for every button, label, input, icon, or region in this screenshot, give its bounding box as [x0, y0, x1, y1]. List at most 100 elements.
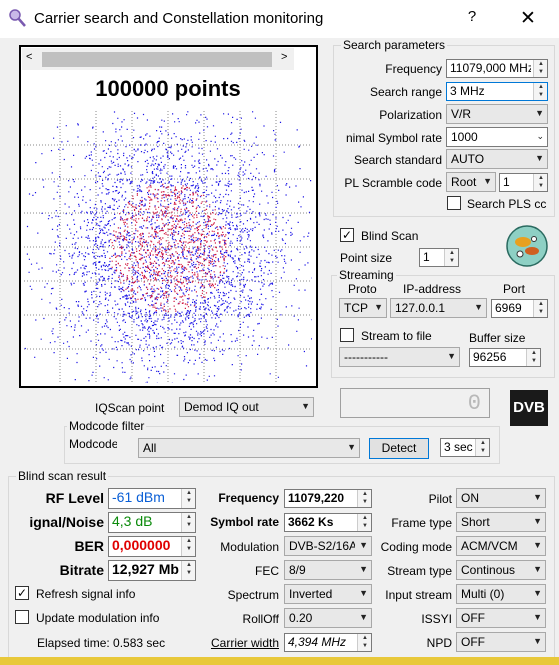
search-standard-label: Search standard [353, 153, 442, 167]
carrier-width-label[interactable]: Carrier width [196, 636, 279, 650]
modcode-filter-title: Modcode filter [67, 419, 147, 433]
chevron-down-icon: ▼ [447, 351, 456, 361]
proto-select[interactable]: TCP ▼ [339, 298, 387, 318]
spin-up-icon: ▲ [186, 514, 192, 520]
stream-type-label: Stream type [387, 564, 452, 578]
point-size-spinbox[interactable]: 1 ▲ ▼ [419, 248, 459, 267]
dvb-logo: DVB [510, 390, 548, 426]
close-button[interactable]: ✕ [515, 7, 541, 31]
chevron-down-icon: ▼ [533, 636, 542, 646]
spin-up-icon: ▲ [480, 440, 486, 446]
input-stream-label: Input stream [385, 588, 452, 602]
chevron-down-icon: ▼ [535, 153, 544, 163]
frame-type-label: Frame type [391, 516, 452, 530]
spin-down-icon: ▼ [449, 258, 455, 264]
ber-label: BER [74, 538, 104, 554]
refresh-signal-checkbox[interactable]: ✓ [15, 586, 29, 600]
app-icon [9, 9, 26, 27]
spin-up-icon: ▲ [362, 635, 368, 641]
dvb-logo-text: DVB [513, 399, 545, 416]
stream-to-file-label: Stream to file [361, 329, 432, 343]
iqscan-select[interactable]: Demod IQ out ▼ [179, 397, 314, 417]
constellation-plot [24, 111, 312, 383]
buffer-size-spinbox[interactable]: 96256 ▲ ▼ [469, 348, 541, 367]
frame-type-select[interactable]: Short ▼ [456, 512, 546, 532]
spin-up-icon: ▲ [538, 61, 544, 67]
blind-scan-result-title: Blind scan result [16, 469, 109, 483]
search-pls-checkbox[interactable] [447, 196, 461, 210]
port-spinbox[interactable]: 6969 ▲ ▼ [491, 299, 548, 318]
polarization-select[interactable]: V/R ▼ [446, 104, 548, 124]
coding-mode-select[interactable]: ACM/VCM ▼ [456, 536, 546, 556]
rolloff-label: RollOff [242, 612, 279, 626]
help-button[interactable]: ? [462, 8, 482, 30]
result-frequency-field[interactable]: 11079,220 ▲ ▼ [284, 489, 372, 508]
npd-select[interactable]: OFF ▼ [456, 632, 546, 652]
spin-down-icon: ▼ [186, 546, 192, 552]
pl-scramble-spinbox[interactable]: 1 ▲ ▼ [499, 173, 548, 192]
spin-up-icon: ▲ [538, 84, 544, 90]
chevron-down-icon: ▼ [474, 302, 483, 312]
update-modulation-checkbox[interactable] [15, 610, 29, 624]
point-size-label: Point size [340, 251, 393, 265]
stream-to-file-checkbox[interactable] [340, 328, 354, 342]
modcode-select[interactable]: All ▼ [138, 438, 360, 458]
rf-level-label: RF Level [45, 490, 104, 506]
file-select[interactable]: ----------- ▼ [339, 347, 460, 367]
npd-label: NPD [426, 636, 452, 650]
pl-scramble-mode-select[interactable]: Root ▼ [446, 172, 496, 192]
spin-down-icon: ▼ [538, 92, 544, 98]
modulation-select[interactable]: DVB-S2/16A ▼ [284, 536, 372, 556]
fec-select[interactable]: 8/9 ▼ [284, 560, 372, 580]
snr-field[interactable]: 4,3 dB ▲ ▼ [108, 512, 196, 533]
blind-scan-checkbox[interactable]: ✓ [340, 228, 354, 242]
chevron-down-icon: ▼ [359, 564, 368, 574]
pl-scramble-label: PL Scramble code [344, 176, 442, 190]
spectrum-select[interactable]: Inverted ▼ [284, 584, 372, 604]
search-pls-label: Search PLS cc [467, 197, 547, 211]
min-symbol-rate-select[interactable]: 1000 ⌄ [446, 127, 548, 147]
detect-time-spinbox[interactable]: 3 sec ▲ ▼ [440, 438, 490, 457]
polarization-label: Polarization [379, 108, 442, 122]
frequency-label: Frequency [385, 62, 442, 76]
carrier-width-field[interactable]: 4,394 MHz ▲ ▼ [284, 633, 372, 652]
search-standard-select[interactable]: AUTO ▼ [446, 149, 548, 169]
fish-logo-icon[interactable] [505, 224, 549, 268]
chevron-down-icon: ▼ [347, 442, 356, 452]
search-range-label: Search range [369, 85, 442, 99]
bitrate-label: Bitrate [59, 562, 104, 578]
elapsed-time: Elapsed time: 0.583 sec [37, 636, 166, 650]
rolloff-select[interactable]: 0.20 ▼ [284, 608, 372, 628]
scroll-thumb[interactable] [42, 52, 272, 67]
chevron-down-icon: ▼ [483, 176, 492, 186]
result-symbol-rate-field[interactable]: 3662 Ks ▲ ▼ [284, 513, 372, 532]
scroll-left-icon[interactable]: < [26, 51, 32, 63]
taskbar-strip [0, 657, 559, 665]
spin-up-icon: ▲ [186, 490, 192, 496]
chevron-down-icon: ▼ [533, 564, 542, 574]
spin-down-icon: ▼ [186, 522, 192, 528]
spin-up-icon: ▲ [186, 538, 192, 544]
ip-select[interactable]: 127.0.0.1 ▼ [390, 298, 487, 318]
frequency-spinbox[interactable]: 11079,000 MHz ▲ ▼ [446, 59, 548, 78]
iq-counter-value: 0 [467, 391, 481, 416]
chevron-down-icon: ▼ [533, 540, 542, 550]
rf-level-field[interactable]: -61 dBm ▲ ▼ [108, 488, 196, 509]
pilot-select[interactable]: ON ▼ [456, 488, 546, 508]
chevron-down-icon: ⌄ [536, 131, 544, 141]
ber-field[interactable]: 0,000000 ▲ ▼ [108, 536, 196, 557]
issyi-select[interactable]: OFF ▼ [456, 608, 546, 628]
snr-label: ignal/Noise [29, 514, 104, 530]
scroll-right-icon[interactable]: > [281, 51, 287, 63]
input-stream-select[interactable]: Multi (0) ▼ [456, 584, 546, 604]
bitrate-field[interactable]: 12,927 Mb ▲ ▼ [108, 560, 196, 581]
spin-down-icon: ▼ [362, 643, 368, 649]
spin-up-icon: ▲ [362, 491, 368, 497]
streaming-title: Streaming [337, 268, 396, 282]
search-range-spinbox[interactable]: 3 MHz ▲ ▼ [446, 82, 548, 101]
spin-down-icon: ▼ [531, 358, 537, 364]
fec-label: FEC [255, 564, 279, 578]
detect-button[interactable]: Detect [369, 438, 429, 459]
spin-up-icon: ▲ [531, 350, 537, 356]
stream-type-select[interactable]: Continous ▼ [456, 560, 546, 580]
